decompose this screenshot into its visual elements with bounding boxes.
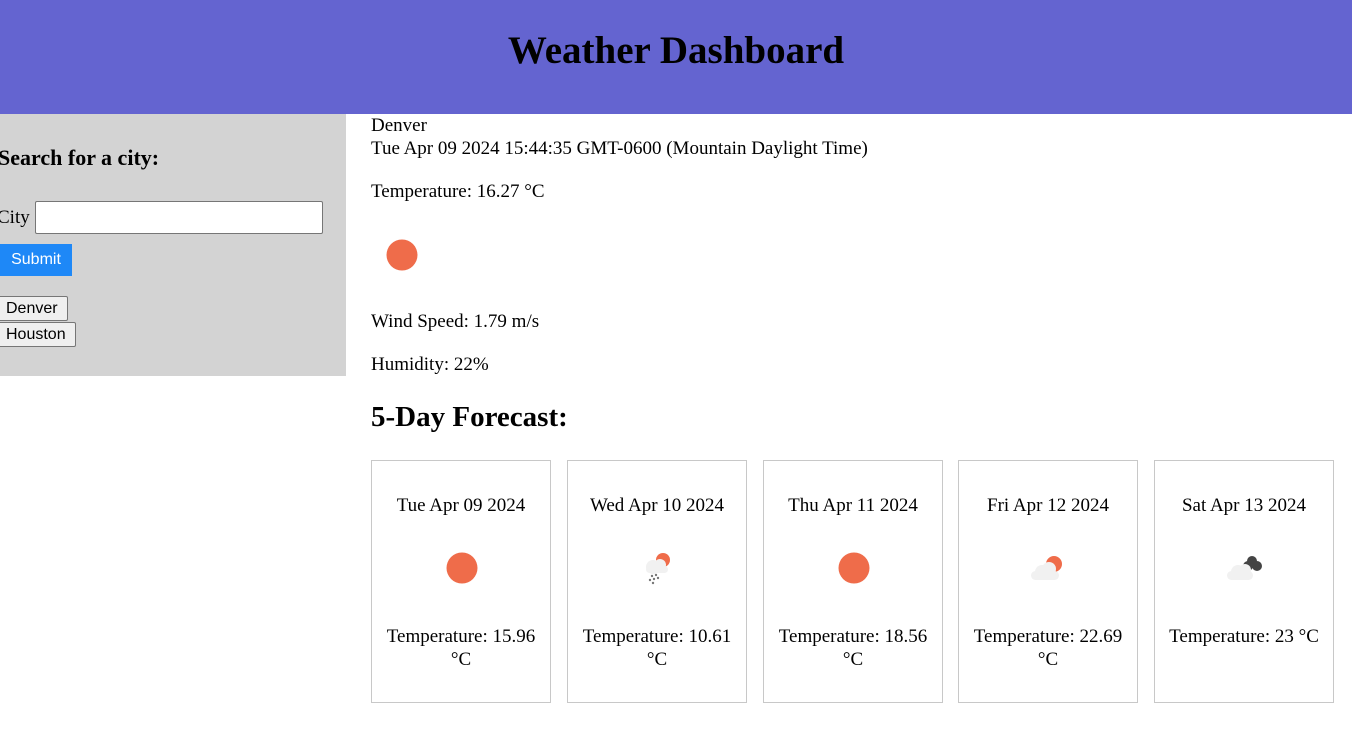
city-input[interactable] (35, 201, 323, 234)
forecast-date: Wed Apr 10 2024 (589, 495, 725, 516)
forecast-temperature: Temperature: 23 °C (1169, 626, 1319, 647)
forecast-date: Thu Apr 11 2024 (788, 495, 918, 516)
current-date: Tue Apr 09 2024 15:44:35 GMT-0600 (Mount… (371, 138, 868, 159)
forecast-card: Tue Apr 09 2024 Temperature: 15.96 °C (371, 460, 551, 703)
search-heading: Search for a city: (0, 145, 160, 170)
forecast-card: Wed Apr 10 2024 Temperature: 10.61 °C (567, 460, 747, 703)
current-city: Denver (371, 115, 427, 136)
partly-cloudy-icon (1031, 556, 1062, 580)
forecast-date: Fri Apr 12 2024 (987, 495, 1109, 516)
forecast-date: Sat Apr 13 2024 (1181, 495, 1307, 516)
submit-button[interactable]: Submit (0, 244, 72, 276)
current-temperature: Temperature: 16.27 °C (371, 181, 545, 202)
forecast-card: Fri Apr 12 2024 Temperature: 22.69 °C (958, 460, 1138, 703)
sun-icon (386, 239, 418, 271)
forecast-card: Sat Apr 13 2024 Temperature: 23 °C (1154, 460, 1334, 703)
rain-icon (646, 553, 670, 585)
forecast-temperature: Temperature: 18.56 °C (778, 626, 928, 670)
city-label: City (0, 207, 30, 228)
page-title: Weather Dashboard (507, 29, 845, 72)
current-wind-speed: Wind Speed: 1.79 m/s (371, 311, 540, 332)
forecast-card: Thu Apr 11 2024 Temperature: 18.56 °C (763, 460, 943, 703)
forecast-temperature: Temperature: 15.96 °C (386, 626, 536, 670)
page-header: Weather Dashboard (0, 0, 1352, 114)
sun-icon (838, 552, 870, 584)
broken-clouds-icon (1227, 556, 1262, 580)
sun-icon (446, 552, 478, 584)
search-sidebar: Search for a city: City Submit Denver Ho… (0, 114, 346, 376)
current-humidity: Humidity: 22% (371, 354, 489, 375)
forecast-temperature: Temperature: 22.69 °C (973, 626, 1123, 670)
history-button-denver[interactable]: Denver (0, 296, 68, 321)
forecast-title: 5-Day Forecast: (371, 401, 568, 433)
forecast-temperature: Temperature: 10.61 °C (582, 626, 732, 670)
forecast-date: Tue Apr 09 2024 (396, 495, 526, 516)
history-button-houston[interactable]: Houston (0, 322, 76, 347)
